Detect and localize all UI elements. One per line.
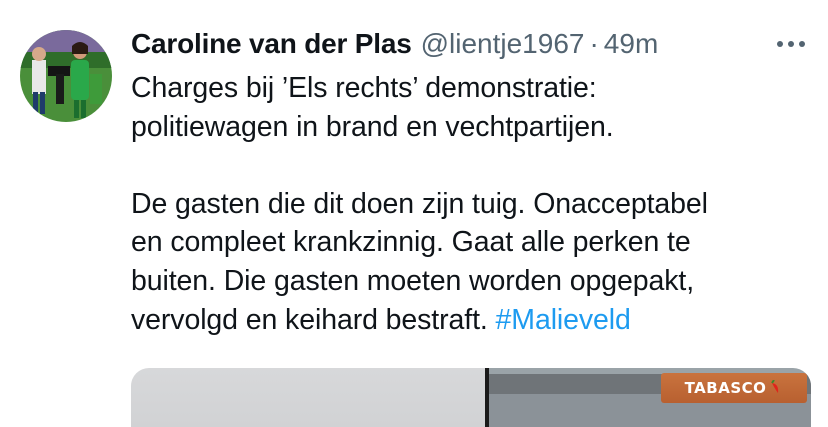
hashtag-link[interactable]: #Malieveld	[496, 304, 631, 336]
more-options-button[interactable]	[772, 34, 810, 54]
tweet-text-last-line: vervolgd en keihard bestraft. #Malieveld	[131, 301, 811, 340]
paragraph-break	[131, 146, 811, 185]
author-display-name[interactable]: Caroline van der Plas	[131, 27, 412, 61]
tweet-timestamp[interactable]: 49m	[604, 27, 658, 61]
avatar[interactable]	[20, 30, 112, 122]
tweet-header: Caroline van der Plas @lientje1967 · 49m	[131, 27, 658, 61]
tweet-text-line: en compleet krankzinnig. Gaat alle perke…	[131, 226, 691, 259]
tweet-text-line: politiewagen in brand en vechtpartijen.	[131, 110, 614, 143]
separator-dot: ·	[589, 28, 599, 59]
sign-text: TABASCO	[684, 379, 767, 397]
tweet-text-line: Charges bij ’Els rechts’ demonstratie:	[131, 72, 597, 104]
storefront-sign: TABASCO	[661, 373, 807, 403]
tweet-text: Charges bij ’Els rechts’ demonstratie: p…	[131, 69, 811, 339]
tweet-text-segment: vervolgd en keihard bestraft.	[131, 303, 488, 336]
tweet[interactable]: Caroline van der Plas @lientje1967 · 49m…	[0, 0, 828, 427]
tweet-text-line: De gasten die dit doen zijn tuig. Onacce…	[131, 187, 708, 220]
media-image-right[interactable]: TABASCO	[489, 368, 811, 427]
tweet-text-line: buiten. Die gasten moeten worden opgepak…	[131, 264, 695, 297]
tweet-media[interactable]: TABASCO	[131, 368, 811, 427]
author-handle[interactable]: @lientje1967	[421, 27, 585, 61]
media-image-left[interactable]	[131, 368, 485, 427]
more-horizontal-icon	[777, 41, 805, 47]
chili-pepper-icon	[771, 380, 779, 393]
